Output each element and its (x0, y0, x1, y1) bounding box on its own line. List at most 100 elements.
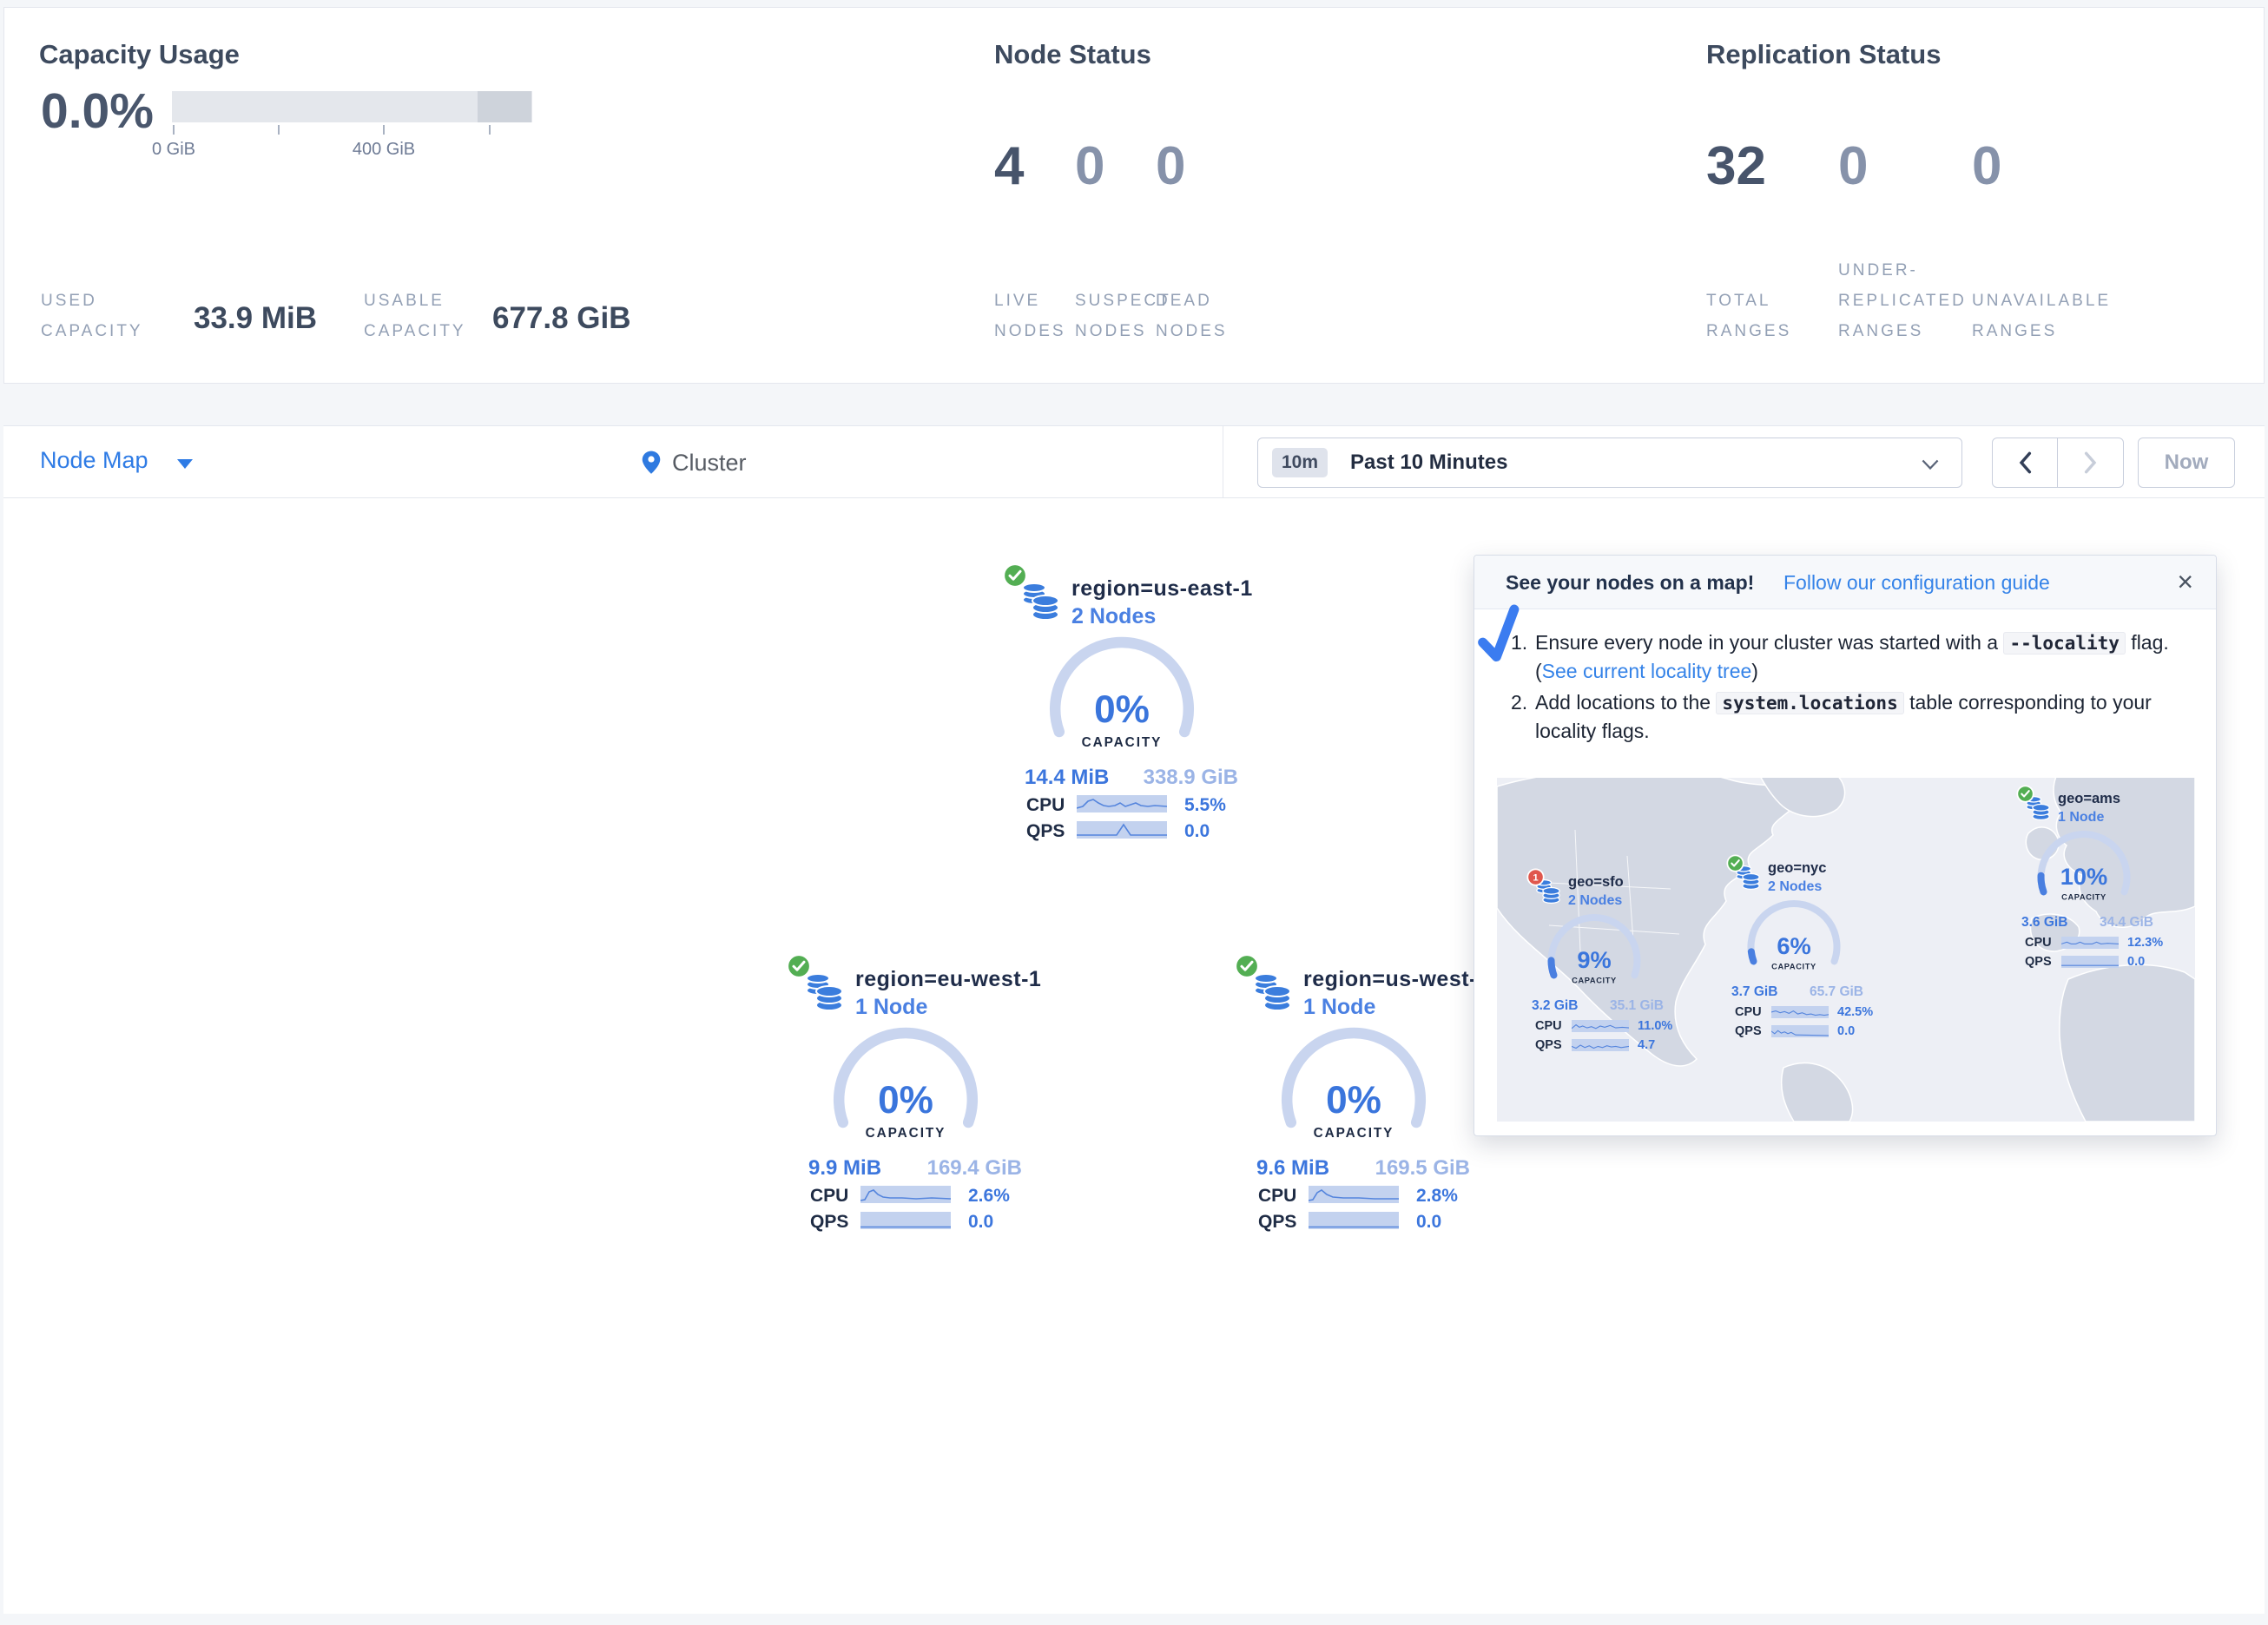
close-icon[interactable]: × (2177, 566, 2193, 597)
total-capacity: 34.4 GiB (2100, 915, 2153, 931)
total-capacity: 169.5 GiB (1375, 1156, 1470, 1181)
svg-text:CAPACITY: CAPACITY (1082, 735, 1163, 750)
axis-tick-label-0: 0 GiB (122, 140, 226, 160)
qps-sparkline (1077, 821, 1167, 839)
svg-text:0%: 0% (878, 1079, 933, 1122)
total-capacity: 338.9 GiB (1144, 766, 1238, 790)
time-step-buttons (1992, 438, 2124, 488)
svg-text:9%: 9% (1577, 946, 1611, 973)
used-capacity: 3.7 GiB (1731, 984, 1777, 1000)
nodes-count-link[interactable]: 2 Nodes (1071, 604, 1156, 629)
chevron-left-icon (2018, 451, 2032, 475)
nodes-count-link[interactable]: 1 Node (2058, 810, 2104, 826)
total-capacity: 169.4 GiB (927, 1156, 1022, 1181)
cpu-sparkline (1572, 1020, 1629, 1032)
qps-metric-row: QPS 0.0 (2025, 955, 2164, 969)
replication-status-title: Replication Status (1706, 39, 1941, 70)
qps-label: QPS (1535, 1038, 1562, 1052)
dead-nodes-label: DEADNODES (1156, 286, 1228, 346)
cpu-sparkline (1771, 1006, 1829, 1018)
locality-label: region=us-east-1 (1071, 576, 1253, 602)
chevron-right-icon (2084, 451, 2098, 475)
cpu-metric-row: CPU 12.3% (2025, 936, 2164, 950)
qps-metric-row: QPS 4.7 (1535, 1038, 1674, 1052)
node-status-title: Node Status (994, 39, 1151, 70)
region-card-us-east-1[interactable]: region=us-east-1 2 Nodes 0% CAPACITY 14.… (1000, 562, 1254, 851)
breadcrumb[interactable]: Cluster (639, 440, 747, 485)
system-locations-code: system.locations (1716, 692, 1903, 714)
healthy-check-icon (786, 953, 812, 979)
locality-label: geo=ams (2058, 791, 2120, 807)
region-card-eu-west-1[interactable]: region=eu-west-1 1 Node 0% CAPACITY 9.9 … (784, 953, 1038, 1241)
healthy-check-icon (2016, 785, 2034, 803)
qps-sparkline (1572, 1039, 1629, 1051)
geo-card-nyc[interactable]: geo=nyc 2 Nodes 6% CAPACITY 3.7 GiB 65.7… (1726, 852, 1882, 1040)
dead-nodes-value: 0 (1156, 140, 1185, 194)
qps-sparkline (1771, 1025, 1829, 1037)
qps-label: QPS (2025, 955, 2052, 969)
time-range-selector[interactable]: 10m Past 10 Minutes (1257, 438, 1962, 488)
qps-value: 0.0 (2127, 955, 2145, 969)
cpu-sparkline (860, 1186, 951, 1203)
qps-value: 0.0 (1416, 1212, 1441, 1233)
svg-text:6%: 6% (1777, 932, 1810, 959)
cpu-sparkline (1309, 1186, 1399, 1203)
cpu-value: 12.3% (2127, 936, 2163, 950)
time-range-label: Past 10 Minutes (1350, 451, 1507, 475)
capacity-percent: 0.0% (41, 82, 154, 140)
nodes-count-link[interactable]: 1 Node (855, 995, 927, 1020)
cpu-sparkline (1077, 795, 1167, 812)
locality-label: geo=nyc (1768, 860, 1826, 877)
qps-value: 0.0 (1184, 821, 1210, 842)
map-toolbar: Node Map Cluster 10m Past 10 Minutes Now (3, 425, 2265, 498)
now-button[interactable]: Now (2138, 438, 2235, 488)
qps-metric-row: QPS 0.0 (1258, 1212, 1475, 1233)
map-pin-icon (639, 447, 663, 478)
nodes-count-link[interactable]: 1 Node (1303, 995, 1375, 1020)
popup-header: See your nodes on a map! Follow our conf… (1474, 556, 2216, 609)
geo-card-sfo[interactable]: 1 geo=sfo 2 Nodes 9% CAPACITY 3.2 GiB 35… (1526, 866, 1683, 1054)
qps-label: QPS (1735, 1024, 1762, 1038)
capacity-usage-title: Capacity Usage (39, 39, 240, 70)
view-selector-dropdown[interactable]: Node Map (40, 447, 148, 474)
locality-label: region=eu-west-1 (855, 967, 1041, 992)
qps-sparkline (2061, 956, 2119, 968)
qps-metric-row: QPS 0.0 (1026, 821, 1243, 842)
cpu-metric-row: CPU 11.0% (1535, 1019, 1674, 1033)
svg-text:0%: 0% (1326, 1079, 1381, 1122)
region-card-us-west-1[interactable]: region=us-west-1 1 Node 0% CAPACITY 9.6 … (1232, 953, 1486, 1241)
capacity-gauge: 6% CAPACITY (1740, 899, 1848, 985)
used-capacity: 3.2 GiB (1532, 998, 1578, 1014)
capacity-bar-reserved-segment (478, 91, 531, 122)
used-capacity-label: USED CAPACITY (41, 286, 143, 346)
locality-tree-link[interactable]: See current locality tree (1542, 660, 1752, 682)
suspect-nodes-value: 0 (1075, 140, 1104, 194)
unavailable-ranges-value: 0 (1972, 140, 2001, 194)
qps-sparkline (1309, 1212, 1399, 1229)
qps-label: QPS (810, 1212, 848, 1233)
cpu-value: 2.6% (968, 1186, 1010, 1207)
nodes-count-link[interactable]: 2 Nodes (1768, 879, 1822, 895)
configuration-guide-link[interactable]: Follow our configuration guide (1783, 556, 2050, 609)
unavailable-ranges-label: UNAVAILABLERANGES (1972, 286, 2111, 346)
time-back-button[interactable] (1993, 438, 2058, 487)
total-capacity: 35.1 GiB (1610, 998, 1664, 1014)
geo-card-ams[interactable]: geo=ams 1 Node 10% CAPACITY 3.6 GiB 34.4… (2016, 783, 2172, 970)
svg-text:CAPACITY: CAPACITY (866, 1126, 946, 1141)
used-capacity: 14.4 MiB (1025, 766, 1109, 790)
total-ranges-value: 32 (1706, 140, 1766, 194)
axis-tick (383, 125, 385, 135)
healthy-check-icon (1726, 854, 1744, 872)
svg-text:CAPACITY: CAPACITY (1572, 976, 1617, 984)
time-forward-button[interactable] (2058, 438, 2123, 487)
qps-label: QPS (1026, 821, 1065, 842)
chevron-down-icon (177, 459, 193, 469)
capacity-bar (172, 91, 532, 122)
cpu-label: CPU (2025, 936, 2052, 950)
step-2: 2. Add locations to the system.locations… (1535, 688, 2185, 745)
used-capacity-value: 33.9 MiB (194, 301, 317, 336)
node-map-canvas: region=us-east-1 2 Nodes 0% CAPACITY 14.… (3, 498, 2265, 1614)
warning-count-icon: 1 (1526, 868, 1545, 886)
locality-label: region=us-west-1 (1303, 967, 1489, 992)
nodes-count-link[interactable]: 2 Nodes (1568, 893, 1622, 909)
